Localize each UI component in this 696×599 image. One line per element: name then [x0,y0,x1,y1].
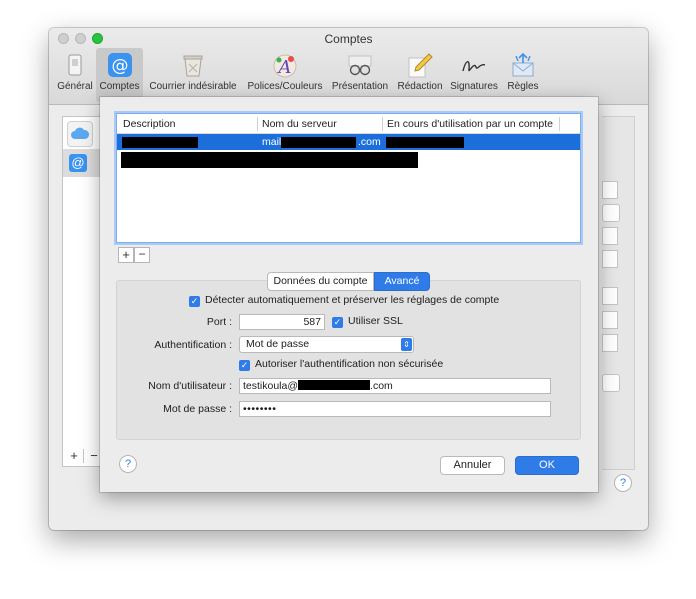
tab-advanced[interactable]: Avancé [374,272,430,291]
background-field [602,250,618,268]
password-label: Mot de passe : [163,403,232,415]
background-field [602,287,618,305]
at-sign-icon: @ [107,53,132,77]
column-divider [382,117,383,131]
column-header-server-name[interactable]: Nom du serveur [262,116,337,133]
ok-button[interactable]: OK [515,456,579,475]
smtp-server-table[interactable]: Description Nom du serveur En cours d'ut… [116,113,581,243]
auto-detect-label: Détecter automatiquement et préserver le… [205,294,500,306]
authentication-value: Mot de passe [246,338,310,350]
port-label: Port : [206,316,232,328]
background-field [602,334,618,352]
password-field[interactable]: •••••••• [239,401,551,417]
pencil-icon [408,53,433,78]
username-field[interactable]: testikoula@ .com [239,378,551,394]
cloud-icon [71,127,90,139]
fonts-colors-icon: A [273,54,297,78]
window-title: Comptes [324,32,373,46]
column-header-in-use[interactable]: En cours d'utilisation par un compte [387,116,553,133]
chevron-updown-icon: ⇕ [401,338,412,351]
allow-insecure-auth-checkbox[interactable]: ✓ [239,360,250,371]
username-suffix: .com [370,380,393,392]
redacted-account [386,137,464,148]
authentication-popup[interactable]: Mot de passe ⇕ [239,336,414,353]
toolbar-item-rules[interactable]: Règles [502,48,544,102]
toolbar-item-general[interactable]: Général [53,48,97,102]
divider [83,449,84,463]
remove-server-button[interactable]: − [134,247,150,263]
cancel-button[interactable]: Annuler [440,456,505,475]
toolbar-item-signatures[interactable]: Signatures [447,48,501,102]
add-account-button[interactable]: + [65,449,83,465]
toolbar-item-fonts-colors[interactable]: A Polices/Couleurs [244,48,326,102]
toolbar-item-presentation[interactable]: Présentation [328,48,392,102]
junk-trash-icon [183,55,203,77]
background-popup [602,204,620,222]
glasses-icon [348,55,372,76]
background-field [602,227,618,245]
help-button[interactable]: ? [119,455,137,473]
at-sign-icon: @ [69,154,87,172]
help-button-background[interactable]: ? [614,474,632,492]
allow-insecure-auth-label: Autoriser l'authentification non sécuris… [255,358,444,370]
redacted-description [122,137,198,148]
toolbar-item-junk[interactable]: Courrier indésirable [145,48,241,102]
svg-text:@: @ [111,56,128,76]
title-bar: Comptes Général @ Comptes Courrier indés… [49,28,648,105]
port-field[interactable]: 587 [239,314,325,330]
username-prefix: testikoula@ [243,380,299,392]
column-divider [559,117,560,131]
redacted-table-row [121,152,418,168]
column-divider [257,117,258,131]
rules-envelope-icon [512,52,534,77]
add-server-button[interactable]: + [118,247,134,263]
auto-detect-checkbox[interactable]: ✓ [189,296,200,307]
server-name-suffix: .com [358,136,381,148]
background-field [602,311,618,329]
background-field [602,181,618,199]
authentication-label: Authentification : [154,339,232,351]
use-ssl-checkbox[interactable]: ✓ [332,317,343,328]
toolbar-item-accounts[interactable]: @ Comptes [96,48,143,102]
redacted-server-name [281,137,356,148]
background-popup [602,374,620,392]
toolbar-item-composing[interactable]: Rédaction [395,48,445,102]
signature-icon [462,61,486,72]
use-ssl-label: Utiliser SSL [348,315,403,327]
username-label: Nom d'utilisateur : [148,380,232,392]
redacted-username [298,380,371,390]
switch-icon [68,54,82,76]
column-header-description[interactable]: Description [123,116,176,133]
account-icloud[interactable] [67,121,93,147]
tab-account-data[interactable]: Données du compte [267,272,374,291]
server-settings-sheet: Description Nom du serveur En cours d'ut… [100,97,598,492]
table-row-selected[interactable]: mail. .com [117,134,580,150]
